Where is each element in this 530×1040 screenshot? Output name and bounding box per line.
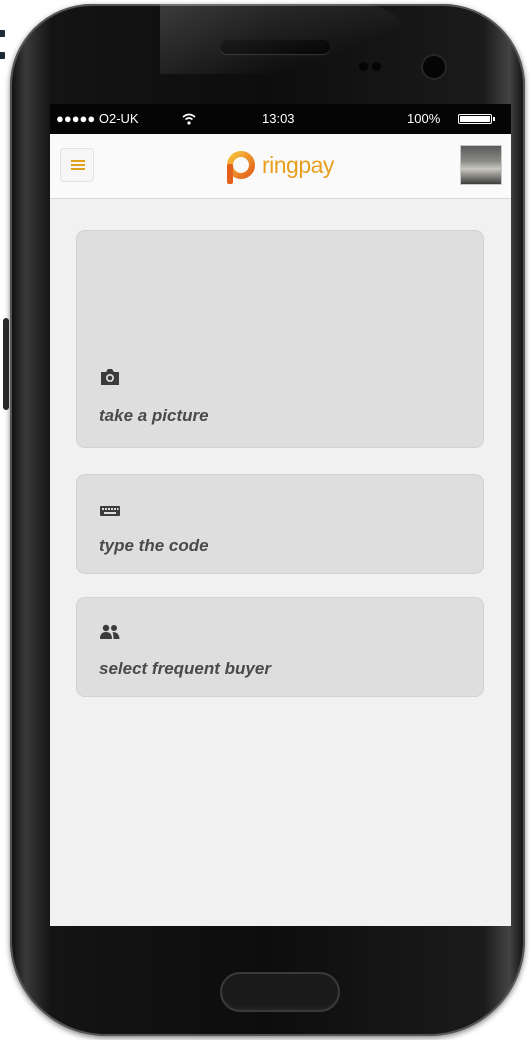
- phone-screen: ●●●●● O2-UK 13:03 100% ringpay take a pi…: [50, 104, 511, 926]
- front-camera: [423, 56, 445, 78]
- battery-tip: [493, 117, 495, 121]
- menu-icon: [71, 160, 85, 162]
- frequent-buyer-label: select frequent buyer: [99, 659, 271, 678]
- take-picture-label: take a picture: [99, 406, 209, 425]
- wifi-icon: [182, 113, 196, 125]
- light-sensor: [372, 62, 381, 71]
- camera-icon: [101, 369, 119, 385]
- phone-frame: ●●●●● O2-UK 13:03 100% ringpay take a pi…: [10, 4, 525, 1036]
- battery-percent: 100%: [407, 111, 441, 126]
- phone-side-key: [3, 318, 9, 410]
- ringpay-logo: ringpay: [222, 150, 362, 186]
- carrier-label: ●●●●● O2-UK: [56, 111, 139, 126]
- type-code-button[interactable]: type the code: [76, 474, 484, 574]
- menu-button[interactable]: [60, 148, 94, 182]
- status-bar: ●●●●● O2-UK 13:03 100%: [50, 104, 511, 134]
- menu-icon-bar: [71, 164, 85, 166]
- menu-icon-bar: [71, 168, 85, 170]
- keyboard-icon: [100, 506, 120, 516]
- users-icon: [100, 624, 120, 639]
- clock: 13:03: [262, 111, 295, 126]
- logo-text: ringpay: [262, 152, 334, 178]
- earpiece-speaker: [220, 40, 330, 54]
- home-button[interactable]: [220, 972, 340, 1012]
- background-fragment: [0, 30, 8, 70]
- app-header: ringpay: [50, 134, 511, 199]
- avatar[interactable]: [460, 145, 502, 185]
- battery-icon: [458, 114, 492, 124]
- logo-mark-icon: [227, 151, 255, 184]
- frequent-buyer-button[interactable]: select frequent buyer: [76, 597, 484, 697]
- take-picture-button[interactable]: take a picture: [76, 230, 484, 448]
- proximity-sensor: [359, 62, 368, 71]
- type-code-label: type the code: [99, 536, 209, 555]
